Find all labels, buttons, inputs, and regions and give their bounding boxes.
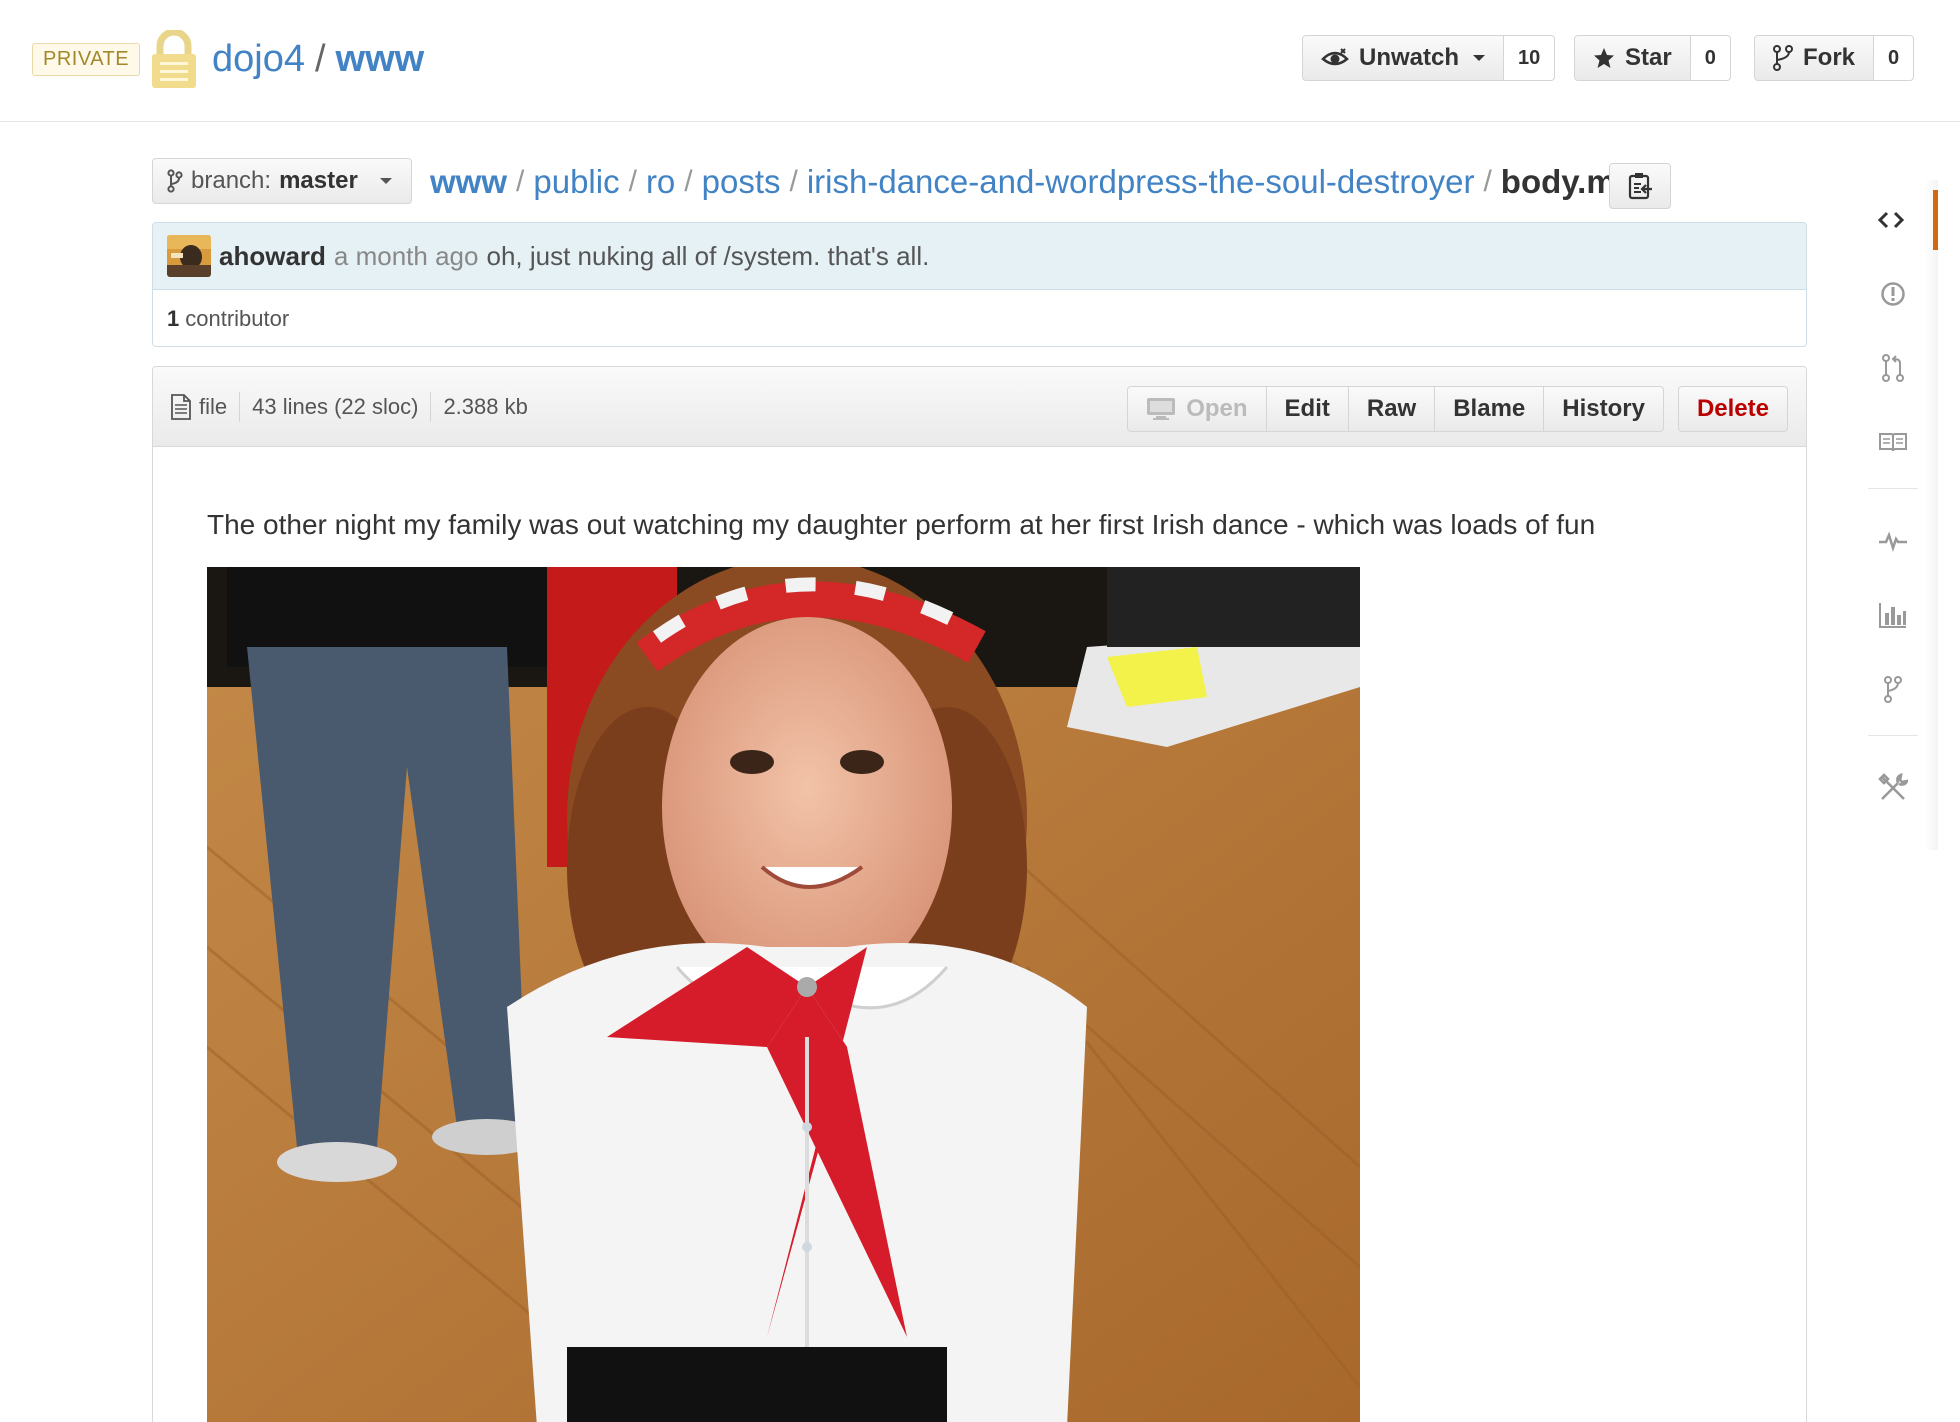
history-button[interactable]: History bbox=[1544, 386, 1664, 432]
contributors-summary[interactable]: 1 contributor bbox=[153, 290, 1806, 346]
issues-icon bbox=[1881, 282, 1905, 306]
unwatch-button[interactable]: Unwatch bbox=[1302, 35, 1505, 81]
breadcrumb-segment[interactable]: public bbox=[533, 160, 619, 204]
desktop-icon bbox=[1147, 398, 1176, 420]
star-button-group: Star 0 bbox=[1574, 35, 1731, 81]
file-viewer: file 43 lines (22 sloc) 2.388 kb Open Ed… bbox=[152, 366, 1807, 1422]
repo-name-link[interactable]: www bbox=[336, 38, 425, 80]
divider bbox=[239, 392, 241, 422]
markdown-body: The other night my family was out watchi… bbox=[153, 447, 1806, 1422]
chevron-down-icon bbox=[379, 178, 392, 184]
breadcrumb-segment[interactable]: irish-dance-and-wordpress-the-soul-destr… bbox=[807, 160, 1475, 204]
chevron-down-icon bbox=[1473, 55, 1486, 61]
breadcrumb-separator: / bbox=[789, 165, 798, 198]
star-label: Star bbox=[1625, 44, 1672, 71]
stargazers-count[interactable]: 0 bbox=[1690, 35, 1731, 81]
branch-name: master bbox=[279, 167, 358, 194]
nav-network[interactable] bbox=[1848, 659, 1938, 719]
file-text-icon bbox=[171, 394, 191, 420]
blame-button[interactable]: Blame bbox=[1435, 386, 1545, 432]
file-info: file 43 lines (22 sloc) 2.388 kb bbox=[171, 367, 528, 447]
nav-settings[interactable] bbox=[1848, 758, 1938, 818]
commit-time: a month ago bbox=[333, 240, 479, 271]
code-icon bbox=[1877, 211, 1904, 229]
repo-owner-link[interactable]: dojo4 bbox=[212, 38, 305, 80]
branch-prefix: branch: bbox=[191, 167, 272, 194]
private-badge: PRIVATE bbox=[32, 43, 141, 76]
settings-icon bbox=[1878, 773, 1908, 800]
file-type-label: file bbox=[199, 394, 228, 419]
edit-button[interactable]: Edit bbox=[1266, 386, 1349, 432]
page-header: PRIVATE dojo4/www Unwatch 10 Star 0 Fork… bbox=[0, 0, 1960, 122]
copy-path-button[interactable] bbox=[1609, 163, 1671, 209]
nav-graphs[interactable] bbox=[1848, 585, 1938, 645]
nav-wiki[interactable] bbox=[1848, 412, 1938, 472]
nav-pull-requests[interactable] bbox=[1848, 338, 1938, 398]
raw-button[interactable]: Raw bbox=[1348, 386, 1436, 432]
latest-commit-box: ahoward a month ago oh, just nuking all … bbox=[152, 222, 1807, 347]
divider bbox=[430, 392, 432, 422]
breadcrumb-separator: / bbox=[1483, 165, 1492, 198]
divider bbox=[1868, 735, 1918, 736]
branch-selector[interactable]: branch: master bbox=[152, 158, 412, 204]
breadcrumb: www / public / ro / posts / irish-dance-… bbox=[430, 160, 1636, 204]
repo-side-nav bbox=[1848, 180, 1938, 850]
nav-issues[interactable] bbox=[1848, 264, 1938, 324]
star-icon bbox=[1594, 48, 1614, 68]
lock-icon bbox=[152, 30, 196, 88]
file-size: 2.388 kb bbox=[443, 394, 528, 419]
embedded-photo bbox=[207, 567, 1360, 1422]
breadcrumb-root[interactable]: www bbox=[430, 160, 507, 204]
nav-code[interactable] bbox=[1848, 190, 1938, 250]
watchers-count[interactable]: 10 bbox=[1504, 35, 1556, 81]
repo-title-separator: / bbox=[314, 38, 326, 80]
forks-count[interactable]: 0 bbox=[1874, 35, 1915, 81]
breadcrumb-separator: / bbox=[516, 165, 525, 198]
repo-title: dojo4/www bbox=[212, 36, 424, 82]
contributors-count: 1 bbox=[167, 305, 180, 331]
commit-summary: ahoward a month ago oh, just nuking all … bbox=[153, 223, 1806, 290]
clipboard-icon bbox=[1628, 173, 1652, 200]
file-actions: Open Edit Raw Blame History Delete bbox=[1127, 386, 1788, 432]
file-lines: 43 lines (22 sloc) bbox=[252, 394, 419, 419]
contributors-label: contributor bbox=[185, 305, 290, 331]
breadcrumb-segment[interactable]: ro bbox=[646, 160, 675, 204]
star-button[interactable]: Star bbox=[1574, 35, 1691, 81]
open-in-desktop-button: Open bbox=[1127, 386, 1267, 432]
fork-label: Fork bbox=[1803, 44, 1856, 71]
fork-button[interactable]: Fork bbox=[1754, 35, 1875, 81]
fork-icon bbox=[1773, 45, 1793, 71]
file-header: file 43 lines (22 sloc) 2.388 kb Open Ed… bbox=[153, 367, 1806, 447]
breadcrumb-segment[interactable]: posts bbox=[702, 160, 781, 204]
unwatch-label: Unwatch bbox=[1359, 44, 1460, 71]
pulse-icon bbox=[1879, 531, 1907, 552]
markdown-paragraph: The other night my family was out watchi… bbox=[207, 509, 1596, 540]
watch-button-group: Unwatch 10 bbox=[1302, 35, 1556, 81]
graphs-icon bbox=[1879, 603, 1906, 628]
branch-icon bbox=[167, 169, 183, 193]
divider bbox=[1868, 488, 1918, 489]
commit-message[interactable]: oh, just nuking all of /system. that's a… bbox=[486, 241, 929, 272]
breadcrumb-separator: / bbox=[628, 165, 637, 198]
pull-request-icon bbox=[1882, 354, 1904, 382]
open-label: Open bbox=[1186, 395, 1248, 422]
network-icon bbox=[1884, 676, 1902, 703]
wiki-icon bbox=[1879, 433, 1907, 452]
commit-author[interactable]: ahoward bbox=[219, 241, 326, 272]
fork-button-group: Fork 0 bbox=[1754, 35, 1915, 81]
breadcrumb-separator: / bbox=[684, 165, 693, 198]
nav-pulse[interactable] bbox=[1848, 511, 1938, 571]
avatar[interactable] bbox=[167, 235, 211, 277]
eye-icon bbox=[1321, 48, 1349, 66]
delete-button[interactable]: Delete bbox=[1677, 386, 1788, 432]
